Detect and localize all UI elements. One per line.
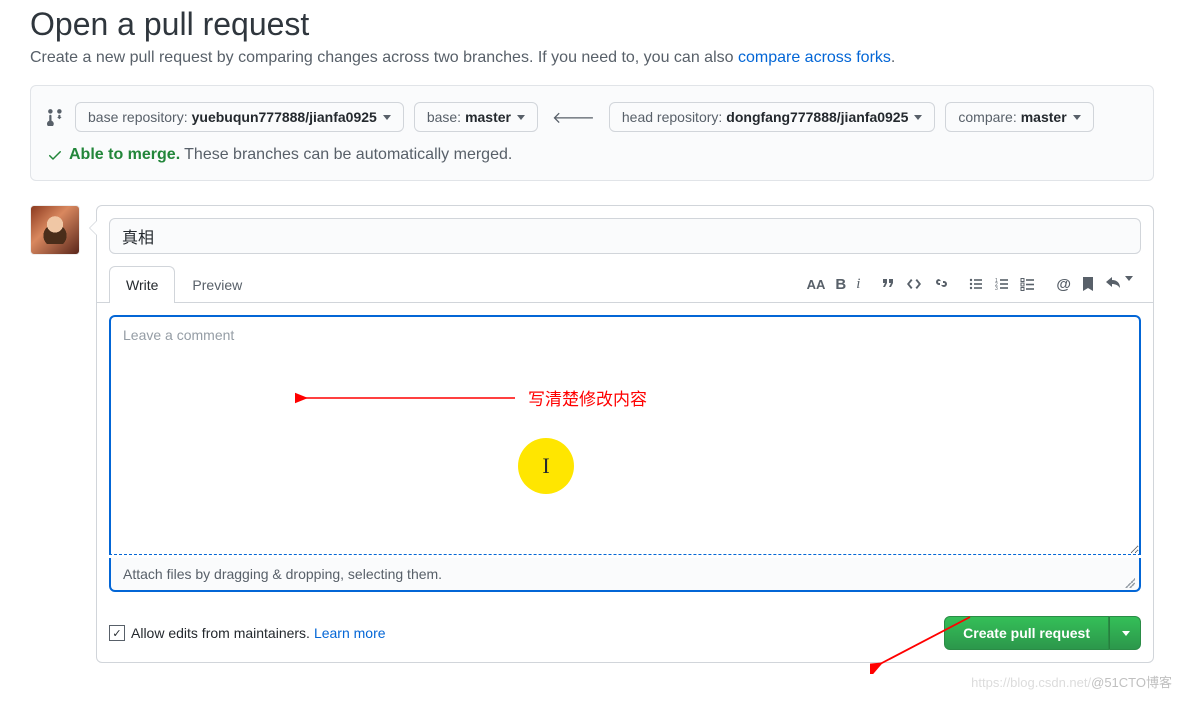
bold-icon[interactable]: B — [835, 276, 846, 293]
link-icon[interactable] — [932, 276, 948, 292]
tab-preview[interactable]: Preview — [175, 266, 259, 303]
subtitle-post: . — [891, 49, 895, 66]
base-branch-label: base: — [427, 109, 461, 125]
quote-icon[interactable] — [880, 276, 896, 292]
task-list-icon[interactable] — [1020, 276, 1036, 292]
page-subtitle: Create a new pull request by comparing c… — [30, 49, 1154, 67]
chevron-down-icon — [517, 115, 525, 120]
base-repo-value: yuebuqun777888/jianfa0925 — [192, 109, 377, 125]
mention-icon[interactable]: @ — [1056, 276, 1071, 293]
merge-description: These branches can be automatically merg… — [184, 146, 512, 164]
reference-icon[interactable] — [1081, 276, 1095, 292]
head-repo-value: dongfang777888/jianfa0925 — [726, 109, 908, 125]
chevron-down-icon — [1073, 115, 1081, 120]
page-title: Open a pull request — [30, 0, 1154, 43]
bulleted-list-icon[interactable] — [968, 276, 984, 292]
pr-title-input[interactable] — [109, 218, 1141, 254]
numbered-list-icon[interactable]: 123 — [994, 276, 1010, 292]
head-repository-selector[interactable]: head repository: dongfang777888/jianfa09… — [609, 102, 935, 132]
watermark-url: https://blog.csdn.net/ — [971, 675, 1091, 690]
compare-branch-value: master — [1021, 109, 1067, 125]
svg-text:3: 3 — [995, 286, 998, 292]
base-branch-selector[interactable]: base: master — [414, 102, 538, 132]
watermark-main: @51CTO博客 — [1091, 675, 1172, 690]
create-pull-request-menu[interactable] — [1109, 616, 1141, 650]
avatar[interactable] — [30, 205, 80, 255]
base-repository-selector[interactable]: base repository: yuebuqun777888/jianfa09… — [75, 102, 404, 132]
merge-ok-label: Able to merge. — [69, 146, 180, 164]
check-icon — [47, 147, 63, 163]
git-compare-icon — [47, 108, 65, 126]
heading-icon[interactable]: AA — [807, 277, 826, 292]
allow-edits-checkbox[interactable]: ✓ — [109, 625, 125, 641]
attach-files-hint[interactable]: Attach files by dragging & dropping, sel… — [109, 558, 1141, 592]
chevron-down-icon — [914, 115, 922, 120]
compare-branch-selector[interactable]: compare: master — [945, 102, 1093, 132]
merge-status: Able to merge. These branches can be aut… — [47, 146, 1137, 164]
compare-forks-link[interactable]: compare across forks — [738, 49, 891, 66]
base-branch-value: master — [465, 109, 511, 125]
italic-icon[interactable]: i — [856, 276, 860, 293]
annotation-arrow-1 — [295, 390, 525, 410]
compare-box: base repository: yuebuqun777888/jianfa09… — [30, 85, 1154, 181]
reply-icon[interactable] — [1105, 276, 1133, 292]
chevron-down-icon — [383, 115, 391, 120]
annotation-arrow-2 — [870, 614, 980, 674]
chevron-down-icon — [1122, 631, 1130, 636]
arrow-left-icon: 🡐 — [548, 107, 599, 128]
cursor-highlight-icon: I — [518, 438, 574, 494]
learn-more-link[interactable]: Learn more — [314, 625, 386, 641]
tab-write[interactable]: Write — [109, 266, 175, 303]
head-repo-label: head repository: — [622, 109, 722, 125]
annotation-text-1: 写清楚修改内容 — [528, 385, 647, 410]
code-icon[interactable] — [906, 276, 922, 292]
compare-branch-label: compare: — [958, 109, 1016, 125]
watermark: https://blog.csdn.net/@51CTO博客 — [971, 672, 1172, 691]
pr-body-textarea[interactable] — [109, 315, 1141, 555]
comment-box: Write Preview AA B i — [96, 205, 1154, 663]
subtitle-text: Create a new pull request by comparing c… — [30, 49, 738, 66]
base-repo-label: base repository: — [88, 109, 188, 125]
allow-edits-label: Allow edits from maintainers. — [131, 625, 310, 641]
formatting-toolbar: AA B i — [807, 276, 1141, 293]
